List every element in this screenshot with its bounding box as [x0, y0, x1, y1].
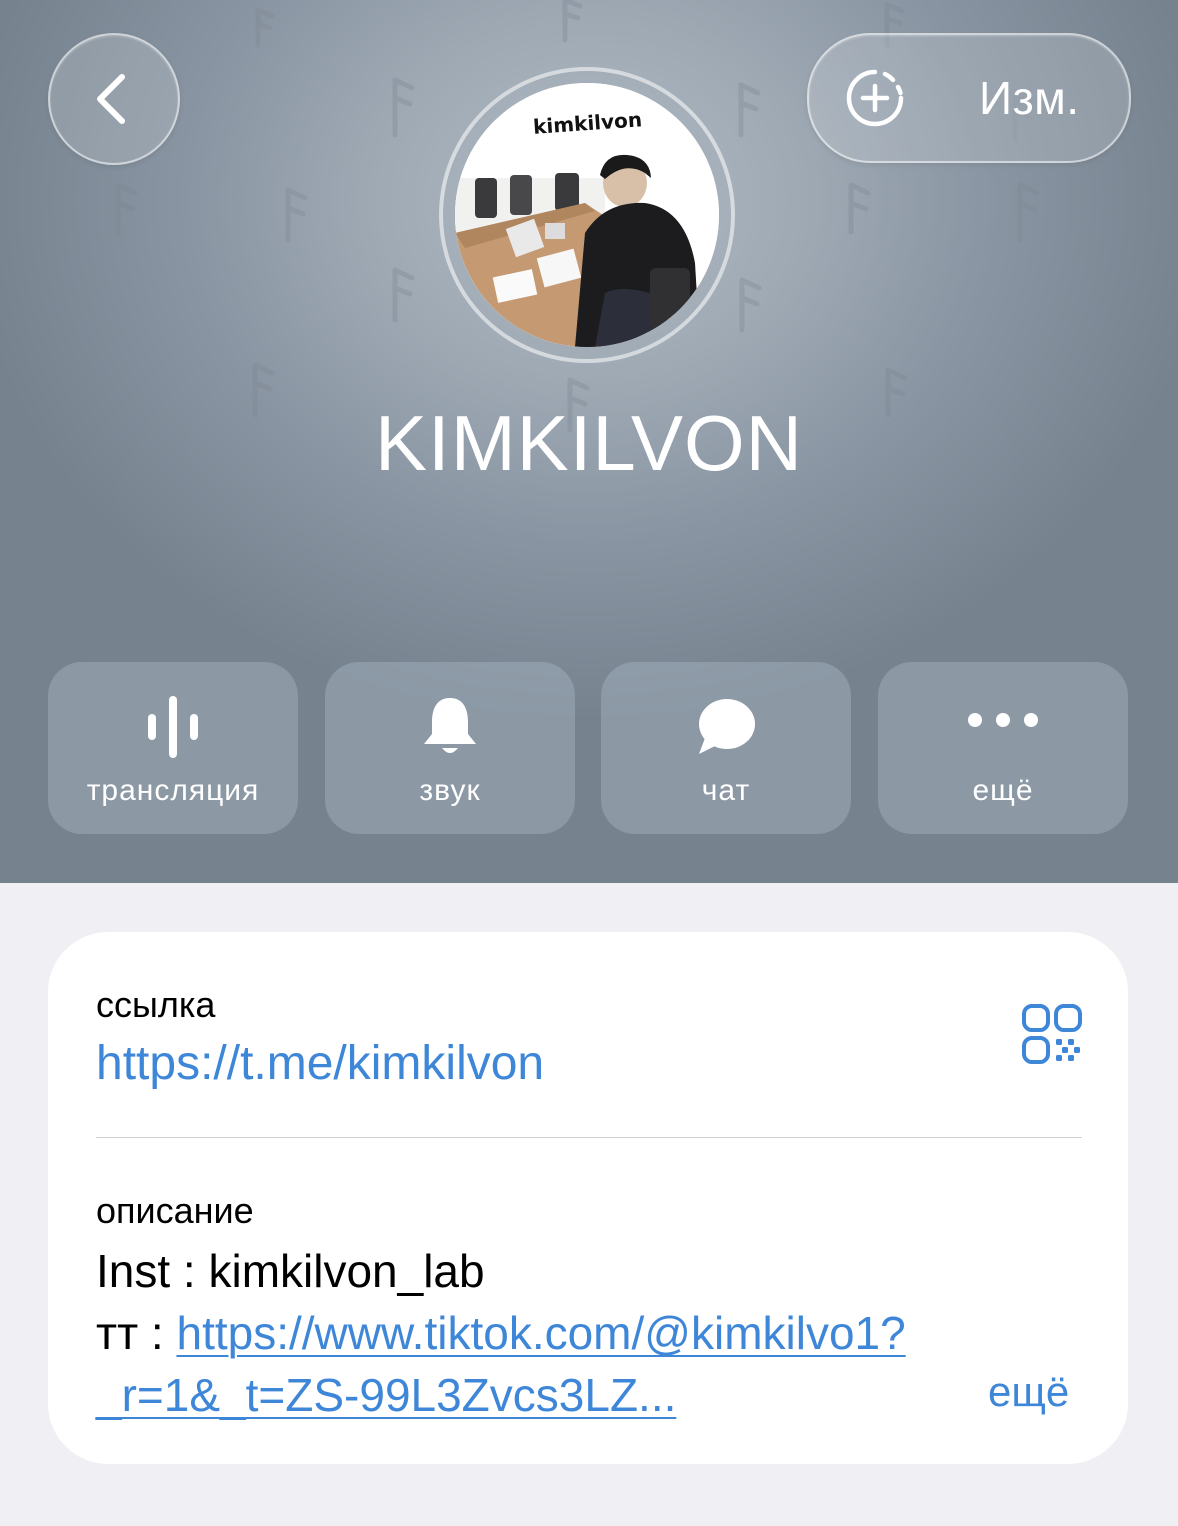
more-label: ещё: [972, 774, 1034, 807]
tiktok-prefix: тт :: [96, 1307, 177, 1359]
info-card: ссылка https://t.me/kimkilvon описание I…: [48, 932, 1128, 1464]
channel-link[interactable]: https://t.me/kimkilvon: [96, 1036, 544, 1091]
link-caption: ссылка: [96, 984, 216, 1025]
chevron-left-icon: [97, 74, 125, 124]
chat-button[interactable]: чат: [601, 662, 851, 834]
sound-label: звук: [419, 774, 481, 807]
avatar-photo: kimkilvon: [455, 83, 719, 347]
channel-name: KIMKILVON: [375, 399, 803, 487]
back-button[interactable]: [48, 33, 180, 165]
description-more-link[interactable]: ещё: [988, 1368, 1069, 1416]
edit-label: Изм.: [979, 72, 1080, 124]
description-tiktok-line-continued: _r=1&_t=ZS-99L3Zvcs3LZ...: [96, 1368, 676, 1422]
qr-code-icon[interactable]: [1022, 1004, 1082, 1064]
more-dots-icon: [968, 713, 1038, 727]
profile-header: Изм. kimkilvon KIMKILVON трансляция звук…: [0, 0, 1178, 883]
divider: [96, 1137, 1082, 1138]
chat-label: чат: [701, 774, 751, 807]
sound-button[interactable]: звук: [325, 662, 575, 834]
description-caption: описание: [96, 1190, 254, 1231]
add-story-icon: [846, 69, 904, 127]
live-stream-icon: [148, 696, 198, 758]
more-button[interactable]: ещё: [878, 662, 1128, 834]
live-stream-label: трансляция: [86, 774, 260, 807]
edit-button[interactable]: Изм.: [807, 33, 1131, 163]
chat-bubble-icon: [699, 699, 755, 754]
avatar[interactable]: kimkilvon: [455, 83, 719, 347]
description-tiktok-line: тт : https://www.tiktok.com/@kimkilvo1?: [96, 1306, 906, 1360]
live-stream-button[interactable]: трансляция: [48, 662, 298, 834]
bell-icon: [424, 698, 476, 753]
tiktok-link[interactable]: https://www.tiktok.com/@kimkilvo1?: [176, 1307, 905, 1359]
tiktok-link-continued[interactable]: _r=1&_t=ZS-99L3Zvcs3LZ...: [96, 1369, 676, 1421]
description-inst-line: Inst : kimkilvon_lab: [96, 1245, 485, 1297]
